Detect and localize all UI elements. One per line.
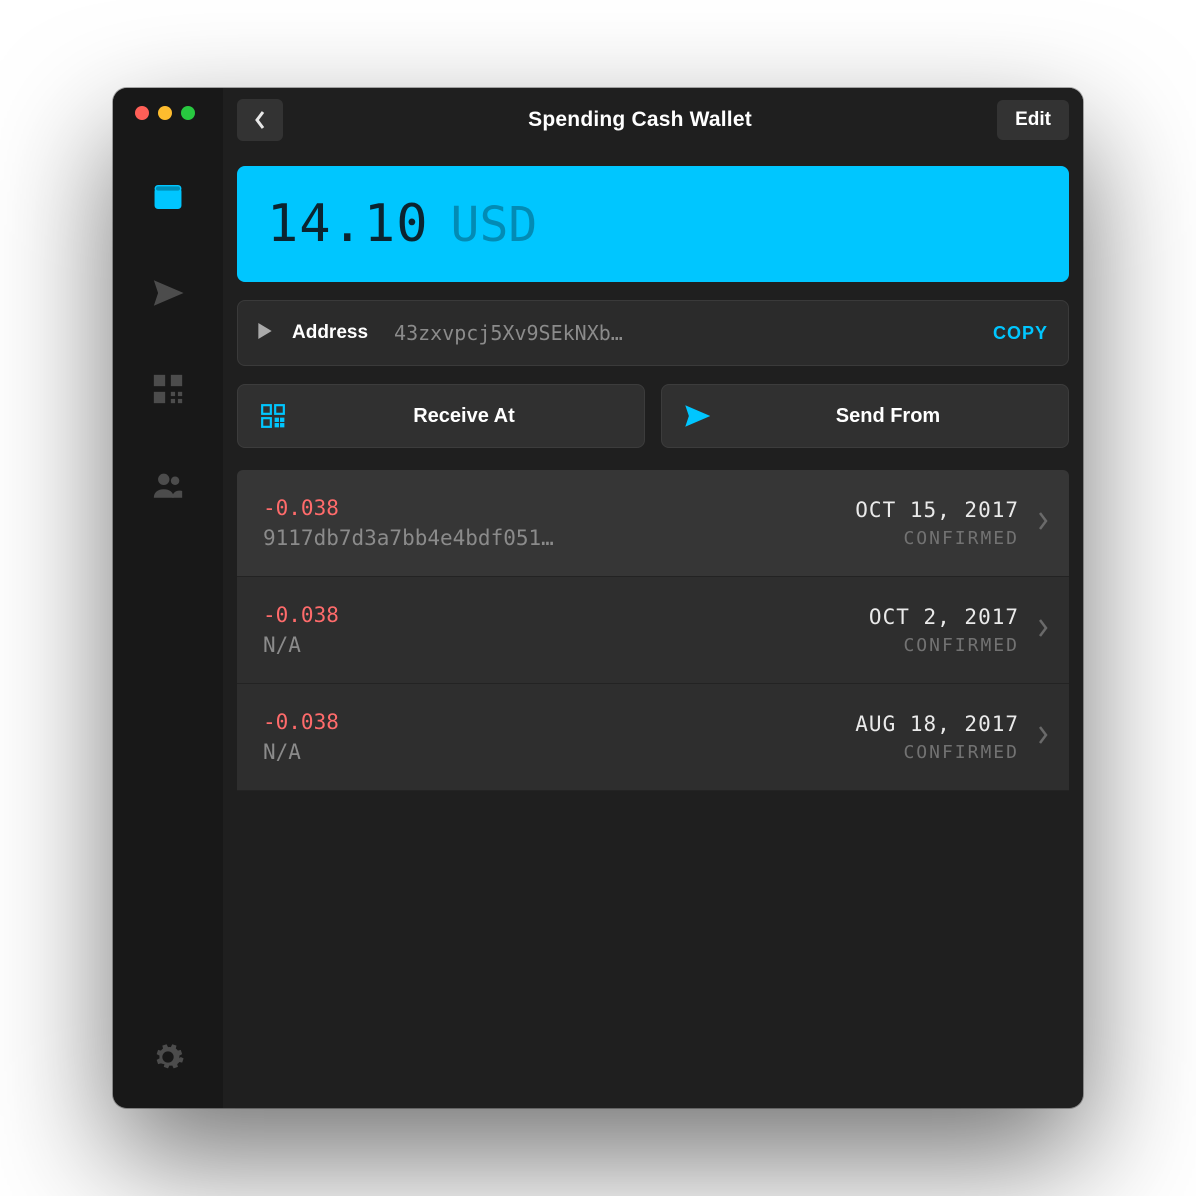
main-panel: Spending Cash Wallet Edit 14.10 USD Addr… (223, 88, 1083, 1108)
gear-icon (151, 1040, 185, 1074)
receive-button[interactable]: Receive At (237, 384, 645, 448)
sidebar-item-send[interactable] (147, 272, 189, 314)
sidebar-item-qr[interactable] (147, 368, 189, 410)
tx-status: CONFIRMED (869, 635, 1019, 656)
tx-date: OCT 15, 2017 (855, 498, 1019, 522)
app-window: Spending Cash Wallet Edit 14.10 USD Addr… (113, 88, 1083, 1108)
address-value: 43zxvpcj5Xv9SEkNXb… (394, 321, 973, 345)
tx-status: CONFIRMED (855, 742, 1019, 763)
maximize-window-icon[interactable] (181, 106, 195, 120)
address-row[interactable]: Address 43zxvpcj5Xv9SEkNXb… COPY (237, 300, 1069, 366)
minimize-window-icon[interactable] (158, 106, 172, 120)
balance-amount: 14.10 (267, 194, 429, 254)
sidebar-item-settings[interactable] (147, 1036, 189, 1078)
tx-amount: -0.038 (263, 710, 837, 734)
tx-hash: 9117db7d3a7bb4e4bdf051… (263, 526, 837, 550)
page-title: Spending Cash Wallet (295, 108, 985, 132)
transaction-list: -0.038 9117db7d3a7bb4e4bdf051… OCT 15, 2… (237, 470, 1069, 1108)
qr-small-icon (260, 403, 286, 429)
tx-amount: -0.038 (263, 603, 851, 627)
tx-date: AUG 18, 2017 (855, 712, 1019, 736)
contacts-icon (151, 468, 185, 502)
close-window-icon[interactable] (135, 106, 149, 120)
transaction-row[interactable]: -0.038 N/A AUG 18, 2017 CONFIRMED (237, 684, 1069, 791)
address-label: Address (292, 322, 368, 344)
tx-hash: N/A (263, 740, 837, 764)
sidebar-item-contacts[interactable] (147, 464, 189, 506)
qr-icon (151, 372, 185, 406)
action-row: Receive At Send From (237, 384, 1069, 448)
receive-label: Receive At (306, 405, 622, 428)
chevron-right-icon (1037, 725, 1049, 750)
chevron-left-icon (254, 110, 266, 130)
sidebar-item-wallet[interactable] (147, 176, 189, 218)
top-bar: Spending Cash Wallet Edit (223, 88, 1083, 152)
balance-card: 14.10 USD (237, 166, 1069, 282)
send-small-icon (684, 403, 710, 429)
tx-status: CONFIRMED (855, 528, 1019, 549)
tx-date: OCT 2, 2017 (869, 605, 1019, 629)
chevron-right-icon (1037, 511, 1049, 536)
wallet-icon (151, 180, 185, 214)
balance-currency: USD (451, 197, 538, 253)
tx-hash: N/A (263, 633, 851, 657)
expand-toggle[interactable] (258, 323, 272, 344)
triangle-right-icon (258, 323, 272, 339)
chevron-right-icon (1037, 618, 1049, 643)
edit-button[interactable]: Edit (997, 100, 1069, 140)
transaction-row[interactable]: -0.038 9117db7d3a7bb4e4bdf051… OCT 15, 2… (237, 470, 1069, 577)
sidebar (113, 88, 223, 1108)
tx-amount: -0.038 (263, 496, 837, 520)
send-label: Send From (730, 405, 1046, 428)
content-area: 14.10 USD Address 43zxvpcj5Xv9SEkNXb… CO… (223, 152, 1083, 1108)
copy-button[interactable]: COPY (993, 323, 1048, 344)
window-controls (131, 106, 195, 120)
transaction-row[interactable]: -0.038 N/A OCT 2, 2017 CONFIRMED (237, 577, 1069, 684)
back-button[interactable] (237, 99, 283, 141)
send-icon (151, 276, 185, 310)
send-button[interactable]: Send From (661, 384, 1069, 448)
